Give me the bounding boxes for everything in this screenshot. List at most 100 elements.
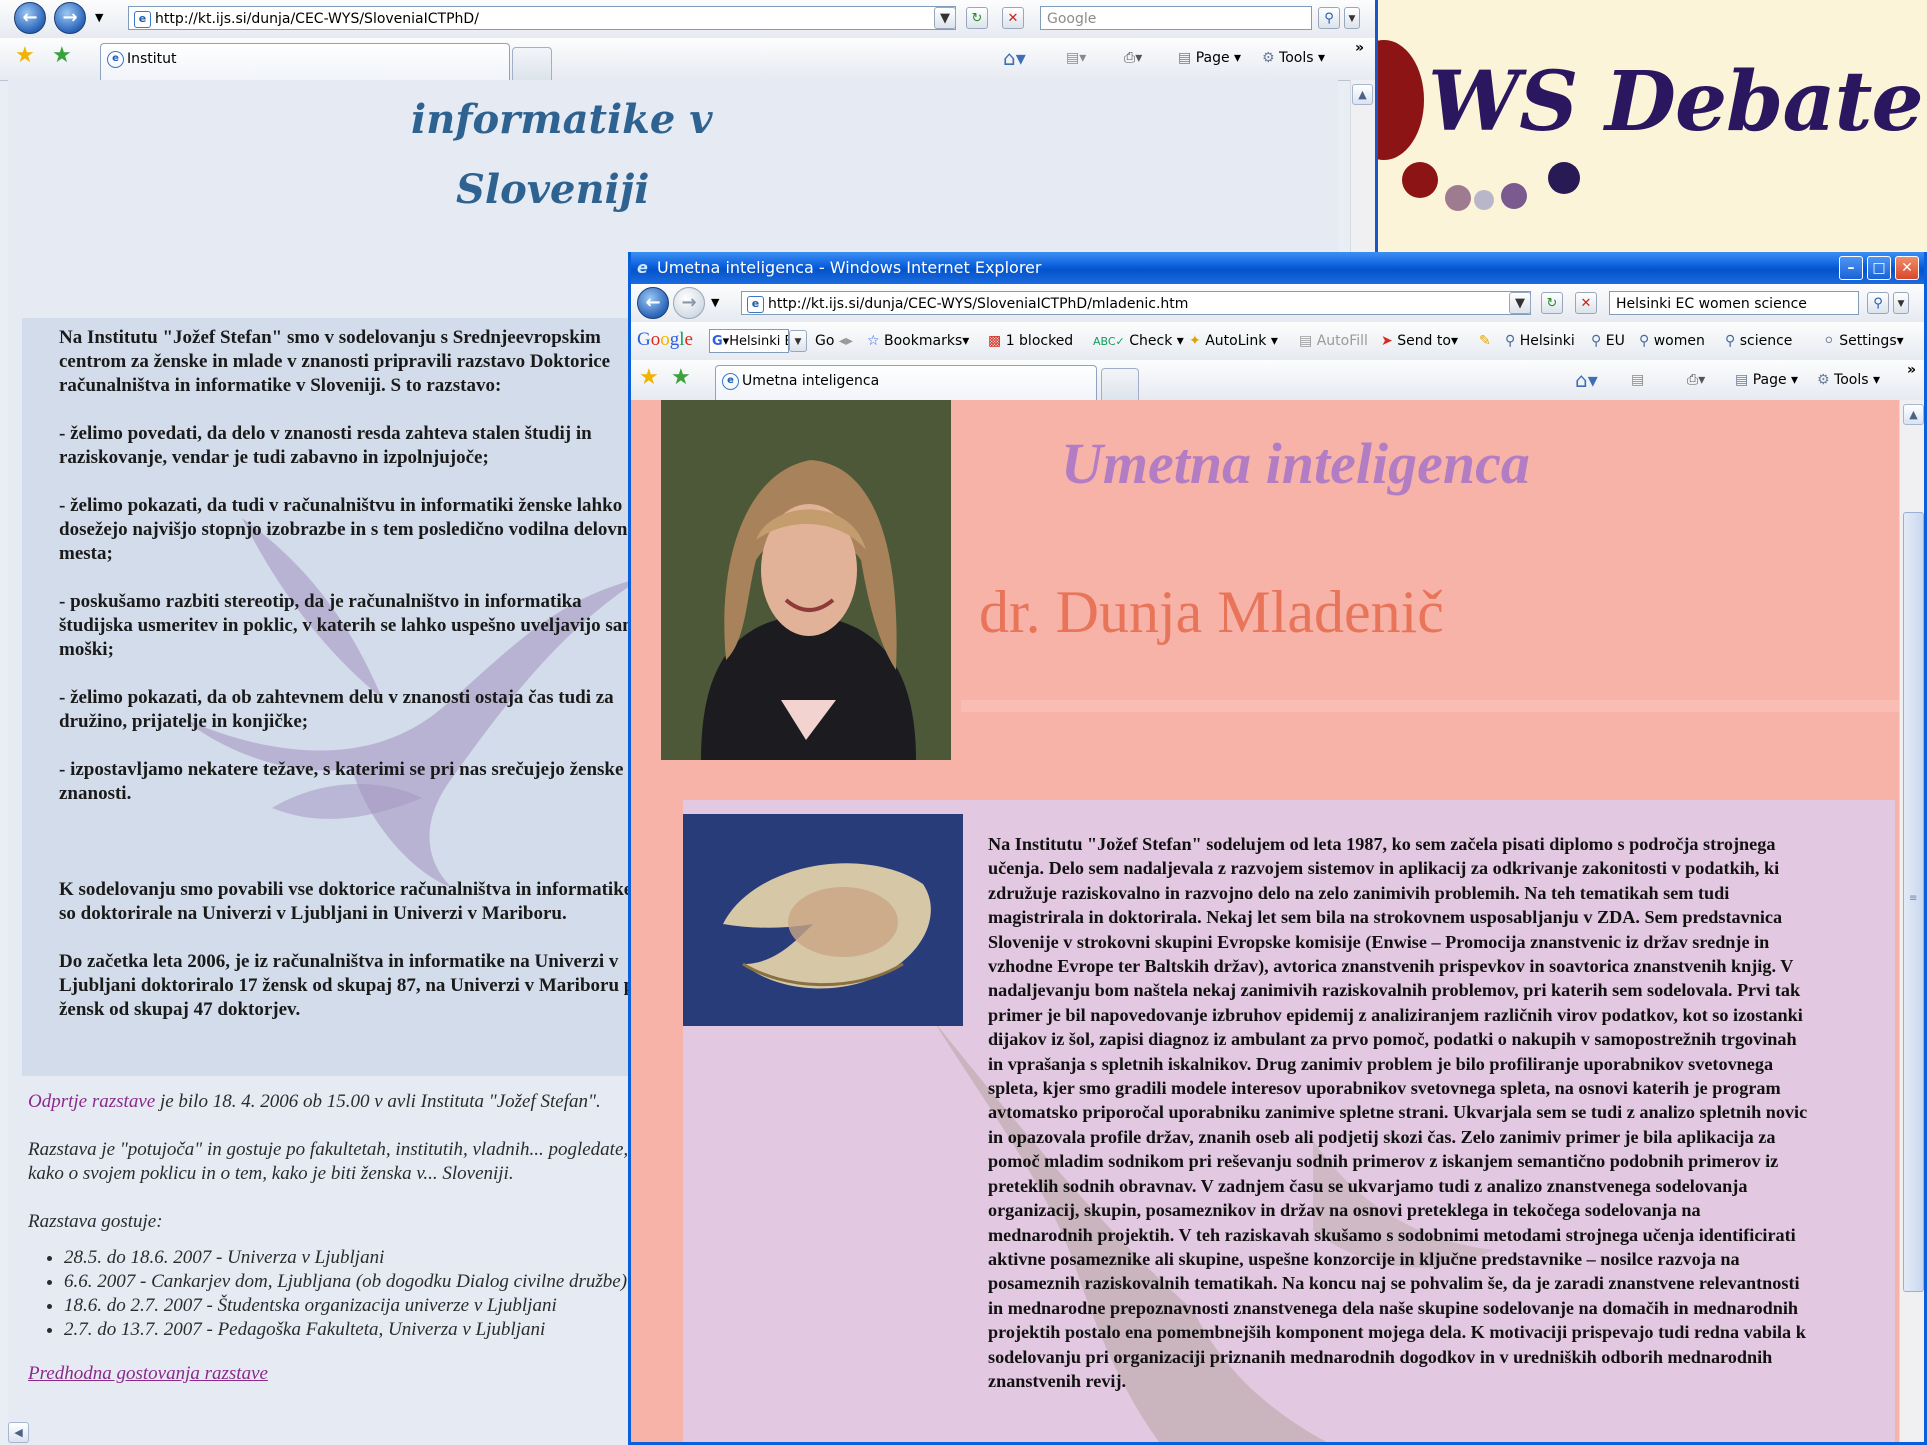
page-menu[interactable]: ▤ Page ▾ bbox=[1178, 48, 1241, 68]
feeds-icon[interactable]: ▤▾ bbox=[1066, 48, 1086, 68]
spellcheck-button[interactable]: ABC✓ Check ▾ bbox=[1093, 331, 1184, 352]
back-italic-section: Odprtje razstave je bilo 18. 4. 2006 ob … bbox=[28, 1090, 638, 1386]
term-search-icon: ⚲ bbox=[1505, 333, 1516, 349]
g-mini-icon: G bbox=[712, 334, 723, 349]
autolink-wand-icon: ✦ bbox=[1189, 333, 1201, 349]
portrait-photo bbox=[661, 400, 951, 760]
page-icon: e bbox=[134, 11, 151, 28]
bookmarks-button[interactable]: ☆ Bookmarks▾ bbox=[867, 331, 969, 351]
front-address-bar[interactable]: e http://kt.ijs.si/dunja/CEC-WYS/Sloveni… bbox=[741, 291, 1531, 315]
forward-button[interactable]: → bbox=[54, 2, 86, 34]
favorites-star-icon[interactable]: ★ bbox=[15, 44, 35, 68]
google-go-button[interactable]: Go ◂▸ bbox=[815, 331, 853, 351]
front-title-bar[interactable]: e Umetna inteligenca - Windows Internet … bbox=[631, 252, 1924, 284]
google-toolbar: Google G▾Helsinki E ▼ Go ◂▸ ☆ Bookmarks▾… bbox=[631, 322, 1924, 361]
highlight-icon[interactable]: ✎ bbox=[1479, 331, 1491, 351]
front-refresh-button[interactable]: ↻ bbox=[1541, 292, 1563, 314]
chevron-more-icon[interactable]: » bbox=[1355, 38, 1364, 58]
front-tab-umetna[interactable]: e Umetna inteligenca bbox=[715, 365, 1097, 400]
hosted-item: 18.6. do 2.7. 2007 - Študentska organiza… bbox=[64, 1294, 638, 1318]
close-button[interactable]: ✕ bbox=[1895, 256, 1919, 280]
front-scroll-up-arrow[interactable]: ▲ bbox=[1903, 404, 1924, 425]
hosted-label: Razstava gostuje: bbox=[28, 1211, 163, 1232]
front-print-icon[interactable]: ⎙▾ bbox=[1687, 370, 1705, 390]
autofill-button[interactable]: ▤ AutoFill bbox=[1299, 331, 1368, 351]
address-dropdown-button[interactable]: ▼ bbox=[934, 7, 956, 29]
decorative-band bbox=[961, 700, 1899, 712]
send-to-button[interactable]: ➤ Send to▾ bbox=[1381, 331, 1458, 351]
front-forward-button[interactable]: → bbox=[673, 287, 705, 319]
hosted-item: 2.7. do 13.7. 2007 - Pedagoška Fakulteta… bbox=[64, 1318, 638, 1342]
front-page-menu[interactable]: ▤ Page ▾ bbox=[1735, 370, 1798, 390]
check-label: Check bbox=[1129, 333, 1173, 349]
new-tab-button[interactable] bbox=[512, 47, 552, 80]
front-back-button[interactable]: ← bbox=[637, 287, 669, 319]
back-search-input[interactable]: Google bbox=[1040, 6, 1312, 30]
search-icon[interactable]: ⚲ bbox=[1318, 7, 1340, 29]
front-home-icon[interactable]: ⌂▾ bbox=[1575, 370, 1598, 390]
refresh-button[interactable]: ↻ bbox=[966, 7, 988, 29]
page-menu-label: Page bbox=[1195, 50, 1230, 66]
back-tab-institut[interactable]: e Institut bbox=[100, 43, 510, 80]
google-search-dropdown[interactable]: ▼ bbox=[789, 330, 807, 352]
front-feeds-icon[interactable]: ▤ bbox=[1631, 370, 1644, 390]
goal-item-5: - izpostavljamo nekatere težave, s kater… bbox=[59, 759, 638, 804]
search-term-eu[interactable]: ⚲ EU bbox=[1591, 331, 1625, 351]
scroll-up-arrow[interactable]: ▲ bbox=[1352, 84, 1373, 105]
front-history-dropdown-icon[interactable]: ▼ bbox=[711, 293, 719, 313]
term-search-icon: ⚲ bbox=[1639, 333, 1650, 349]
bookmarks-label: Bookmarks bbox=[884, 333, 963, 349]
front-address-dropdown-button[interactable]: ▼ bbox=[1509, 292, 1531, 314]
search-term-women[interactable]: ⚲ women bbox=[1639, 331, 1705, 351]
minimize-button[interactable]: – bbox=[1839, 256, 1863, 280]
back-button[interactable]: ← bbox=[14, 2, 46, 34]
tools-menu-label: Tools bbox=[1279, 50, 1314, 66]
popup-blocker-button[interactable]: ▩ 1 blocked bbox=[988, 331, 1073, 351]
google-logo: Google bbox=[637, 329, 693, 350]
search-options-icon[interactable]: ▼ bbox=[1344, 7, 1360, 29]
tools-menu[interactable]: ⚙ Tools ▾ bbox=[1262, 48, 1325, 68]
back-address-bar[interactable]: e http://kt.ijs.si/dunja/CEC-WYS/Sloveni… bbox=[128, 6, 956, 30]
front-scroll-thumb[interactable]: ≡ bbox=[1903, 512, 1924, 1292]
search-term-helsinki[interactable]: ⚲ Helsinki bbox=[1505, 331, 1575, 351]
back-body-text: Na Institutu "Jožef Stefan" smo v sodelo… bbox=[59, 326, 659, 1046]
back-hscroll-left-arrow[interactable]: ◀ bbox=[8, 1422, 29, 1443]
stop-button[interactable]: ✕ bbox=[1002, 7, 1024, 29]
front-search-input[interactable]: Helsinki EC women science bbox=[1609, 291, 1859, 315]
front-tab-label: Umetna inteligenca bbox=[742, 373, 880, 389]
front-stop-button[interactable]: ✕ bbox=[1575, 292, 1597, 314]
page-title: Umetna inteligenca bbox=[1061, 431, 1530, 496]
back-address-row: ← → ▼ e http://kt.ijs.si/dunja/CEC-WYS/S… bbox=[0, 0, 1375, 39]
autofill-icon: ▤ bbox=[1299, 333, 1313, 349]
person-name: dr. Dunja Mladenič bbox=[979, 579, 1444, 645]
front-tools-menu[interactable]: ⚙ Tools ▾ bbox=[1817, 370, 1880, 390]
maximize-button[interactable]: □ bbox=[1867, 256, 1891, 280]
front-new-tab-button[interactable] bbox=[1101, 368, 1139, 400]
add-favorites-icon[interactable]: ★ bbox=[52, 44, 72, 68]
goal-item-2: - želimo pokazati, da tudi v računalništ… bbox=[59, 495, 637, 564]
front-scrollbar[interactable]: ▲ ≡ bbox=[1899, 400, 1924, 1442]
back-tab-label: Institut bbox=[127, 51, 177, 67]
opening-link[interactable]: Odprtje razstave bbox=[28, 1091, 155, 1112]
front-favorites-star-icon[interactable]: ★ bbox=[639, 366, 659, 390]
search-term-science[interactable]: ⚲ science bbox=[1725, 331, 1792, 351]
autolink-button[interactable]: ✦ AutoLink ▾ bbox=[1189, 331, 1278, 351]
front-tools-menu-label: Tools bbox=[1834, 372, 1869, 388]
settings-button[interactable]: ⚪ Settings▾ bbox=[1823, 331, 1904, 351]
history-dropdown-icon[interactable]: ▼ bbox=[95, 8, 103, 28]
previous-hosting-link[interactable]: Predhodna gostovanja razstave bbox=[28, 1363, 268, 1384]
opening-rest: je bilo 18. 4. 2006 ob 15.00 v avli Inst… bbox=[155, 1091, 601, 1112]
home-icon[interactable]: ⌂▾ bbox=[1003, 48, 1026, 68]
back-heading-line2: Sloveniji bbox=[456, 166, 650, 213]
page-icon: e bbox=[747, 296, 764, 313]
back-heading-line1: informatike v bbox=[411, 96, 713, 143]
tab-page-icon: e bbox=[722, 373, 739, 390]
front-search-icon[interactable]: ⚲ bbox=[1867, 292, 1889, 314]
front-search-options-icon[interactable]: ▼ bbox=[1893, 292, 1909, 314]
front-chevron-more-icon[interactable]: » bbox=[1907, 360, 1916, 380]
statistics-paragraph: Do začetka leta 2006, je iz računalništv… bbox=[59, 951, 659, 1020]
front-add-favorites-icon[interactable]: ★ bbox=[671, 366, 691, 390]
jewellery-photo bbox=[683, 814, 963, 1026]
google-search-box[interactable]: G▾Helsinki E bbox=[709, 329, 789, 353]
print-icon[interactable]: ⎙▾ bbox=[1124, 48, 1142, 68]
